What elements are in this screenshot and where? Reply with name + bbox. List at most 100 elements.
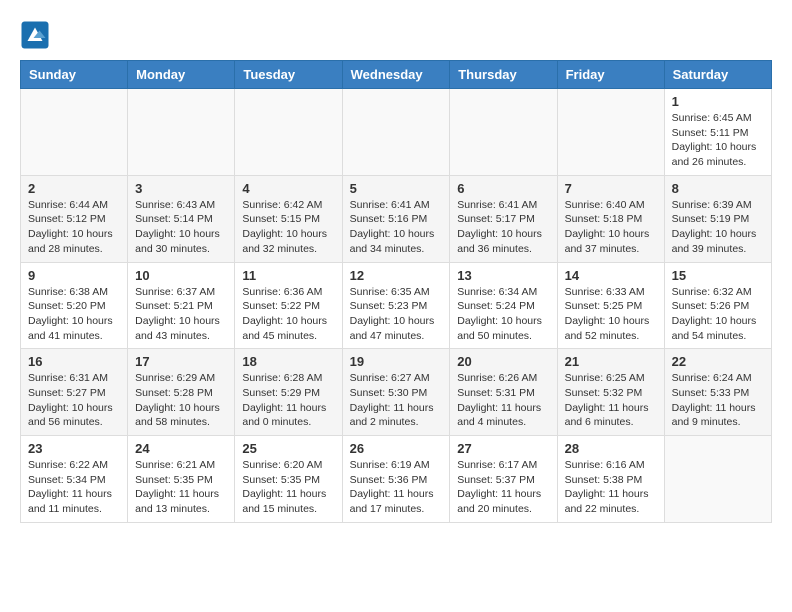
calendar-cell: 25 Sunrise: 6:20 AM Sunset: 5:35 PM Dayli… xyxy=(235,436,342,523)
calendar-table: SundayMondayTuesdayWednesdayThursdayFrid… xyxy=(20,60,772,523)
calendar-week-row: 23 Sunrise: 6:22 AM Sunset: 5:34 PM Dayli… xyxy=(21,436,772,523)
day-info: Sunrise: 6:40 AM Sunset: 5:18 PM Dayligh… xyxy=(565,198,657,257)
calendar-cell: 15Sunrise: 6:32 AM Sunset: 5:26 PM Dayli… xyxy=(664,262,771,349)
calendar-cell: 26 Sunrise: 6:19 AM Sunset: 5:36 PM Dayli… xyxy=(342,436,450,523)
day-number: 5 xyxy=(350,181,443,196)
day-number: 24 xyxy=(135,441,227,456)
day-info: Sunrise: 6:28 AM Sunset: 5:29 PM Dayligh… xyxy=(242,371,334,430)
weekday-header-tuesday: Tuesday xyxy=(235,61,342,89)
day-info: Sunrise: 6:31 AM Sunset: 5:27 PM Dayligh… xyxy=(28,371,120,430)
day-info: Sunrise: 6:20 AM Sunset: 5:35 PM Dayligh… xyxy=(242,458,334,517)
weekday-header-wednesday: Wednesday xyxy=(342,61,450,89)
calendar-cell: 7 Sunrise: 6:40 AM Sunset: 5:18 PM Daylig… xyxy=(557,175,664,262)
day-number: 26 xyxy=(350,441,443,456)
calendar-week-row: 1Sunrise: 6:45 AM Sunset: 5:11 PM Daylig… xyxy=(21,89,772,176)
calendar-cell: 14Sunrise: 6:33 AM Sunset: 5:25 PM Dayli… xyxy=(557,262,664,349)
day-info: Sunrise: 6:35 AM Sunset: 5:23 PM Dayligh… xyxy=(350,285,443,344)
day-number: 23 xyxy=(28,441,120,456)
day-number: 8 xyxy=(672,181,764,196)
calendar-cell: 16 Sunrise: 6:31 AM Sunset: 5:27 PM Dayli… xyxy=(21,349,128,436)
day-number: 16 xyxy=(28,354,120,369)
day-info: Sunrise: 6:25 AM Sunset: 5:32 PM Dayligh… xyxy=(565,371,657,430)
calendar-cell: 28 Sunrise: 6:16 AM Sunset: 5:38 PM Dayli… xyxy=(557,436,664,523)
day-info: Sunrise: 6:29 AM Sunset: 5:28 PM Dayligh… xyxy=(135,371,227,430)
day-number: 27 xyxy=(457,441,549,456)
day-number: 10 xyxy=(135,268,227,283)
calendar-cell xyxy=(21,89,128,176)
day-number: 19 xyxy=(350,354,443,369)
day-info: Sunrise: 6:22 AM Sunset: 5:34 PM Dayligh… xyxy=(28,458,120,517)
weekday-header-monday: Monday xyxy=(128,61,235,89)
calendar-week-row: 2 Sunrise: 6:44 AM Sunset: 5:12 PM Daylig… xyxy=(21,175,772,262)
calendar-cell: 19 Sunrise: 6:27 AM Sunset: 5:30 PM Dayli… xyxy=(342,349,450,436)
logo-icon xyxy=(20,20,50,50)
calendar-cell: 6 Sunrise: 6:41 AM Sunset: 5:17 PM Daylig… xyxy=(450,175,557,262)
calendar-cell: 17 Sunrise: 6:29 AM Sunset: 5:28 PM Dayli… xyxy=(128,349,235,436)
day-number: 22 xyxy=(672,354,764,369)
day-number: 20 xyxy=(457,354,549,369)
calendar-cell: 10 Sunrise: 6:37 AM Sunset: 5:21 PM Dayli… xyxy=(128,262,235,349)
day-number: 9 xyxy=(28,268,120,283)
calendar-cell: 23 Sunrise: 6:22 AM Sunset: 5:34 PM Dayli… xyxy=(21,436,128,523)
calendar-cell: 20 Sunrise: 6:26 AM Sunset: 5:31 PM Dayli… xyxy=(450,349,557,436)
day-number: 17 xyxy=(135,354,227,369)
day-number: 7 xyxy=(565,181,657,196)
day-info: Sunrise: 6:27 AM Sunset: 5:30 PM Dayligh… xyxy=(350,371,443,430)
calendar-cell: 11 Sunrise: 6:36 AM Sunset: 5:22 PM Dayli… xyxy=(235,262,342,349)
day-number: 3 xyxy=(135,181,227,196)
calendar-cell: 13 Sunrise: 6:34 AM Sunset: 5:24 PM Dayli… xyxy=(450,262,557,349)
day-info: Sunrise: 6:26 AM Sunset: 5:31 PM Dayligh… xyxy=(457,371,549,430)
day-number: 25 xyxy=(242,441,334,456)
calendar-cell: 27 Sunrise: 6:17 AM Sunset: 5:37 PM Dayli… xyxy=(450,436,557,523)
day-info: Sunrise: 6:21 AM Sunset: 5:35 PM Dayligh… xyxy=(135,458,227,517)
day-info: Sunrise: 6:37 AM Sunset: 5:21 PM Dayligh… xyxy=(135,285,227,344)
calendar-cell: 9 Sunrise: 6:38 AM Sunset: 5:20 PM Daylig… xyxy=(21,262,128,349)
day-number: 4 xyxy=(242,181,334,196)
day-info: Sunrise: 6:24 AM Sunset: 5:33 PM Dayligh… xyxy=(672,371,764,430)
day-number: 12 xyxy=(350,268,443,283)
calendar-cell xyxy=(450,89,557,176)
day-info: Sunrise: 6:16 AM Sunset: 5:38 PM Dayligh… xyxy=(565,458,657,517)
day-number: 18 xyxy=(242,354,334,369)
day-info: Sunrise: 6:33 AM Sunset: 5:25 PM Dayligh… xyxy=(565,285,657,344)
day-info: Sunrise: 6:41 AM Sunset: 5:16 PM Dayligh… xyxy=(350,198,443,257)
day-info: Sunrise: 6:32 AM Sunset: 5:26 PM Dayligh… xyxy=(672,285,764,344)
day-number: 21 xyxy=(565,354,657,369)
calendar-cell: 24 Sunrise: 6:21 AM Sunset: 5:35 PM Dayli… xyxy=(128,436,235,523)
day-info: Sunrise: 6:45 AM Sunset: 5:11 PM Dayligh… xyxy=(672,111,764,170)
day-number: 6 xyxy=(457,181,549,196)
calendar-cell xyxy=(235,89,342,176)
day-number: 2 xyxy=(28,181,120,196)
calendar-cell: 5 Sunrise: 6:41 AM Sunset: 5:16 PM Daylig… xyxy=(342,175,450,262)
day-info: Sunrise: 6:34 AM Sunset: 5:24 PM Dayligh… xyxy=(457,285,549,344)
calendar-cell: 4 Sunrise: 6:42 AM Sunset: 5:15 PM Daylig… xyxy=(235,175,342,262)
calendar-cell: 2 Sunrise: 6:44 AM Sunset: 5:12 PM Daylig… xyxy=(21,175,128,262)
page-header xyxy=(20,20,772,50)
weekday-header-thursday: Thursday xyxy=(450,61,557,89)
calendar-week-row: 16 Sunrise: 6:31 AM Sunset: 5:27 PM Dayli… xyxy=(21,349,772,436)
calendar-cell xyxy=(128,89,235,176)
day-info: Sunrise: 6:38 AM Sunset: 5:20 PM Dayligh… xyxy=(28,285,120,344)
calendar-cell: 8 Sunrise: 6:39 AM Sunset: 5:19 PM Daylig… xyxy=(664,175,771,262)
day-info: Sunrise: 6:42 AM Sunset: 5:15 PM Dayligh… xyxy=(242,198,334,257)
calendar-cell xyxy=(664,436,771,523)
calendar-cell: 3 Sunrise: 6:43 AM Sunset: 5:14 PM Daylig… xyxy=(128,175,235,262)
day-info: Sunrise: 6:43 AM Sunset: 5:14 PM Dayligh… xyxy=(135,198,227,257)
calendar-cell xyxy=(342,89,450,176)
day-info: Sunrise: 6:36 AM Sunset: 5:22 PM Dayligh… xyxy=(242,285,334,344)
calendar-cell: 22 Sunrise: 6:24 AM Sunset: 5:33 PM Dayli… xyxy=(664,349,771,436)
calendar-cell: 18 Sunrise: 6:28 AM Sunset: 5:29 PM Dayli… xyxy=(235,349,342,436)
day-number: 28 xyxy=(565,441,657,456)
day-number: 11 xyxy=(242,268,334,283)
day-info: Sunrise: 6:19 AM Sunset: 5:36 PM Dayligh… xyxy=(350,458,443,517)
day-info: Sunrise: 6:44 AM Sunset: 5:12 PM Dayligh… xyxy=(28,198,120,257)
weekday-header-friday: Friday xyxy=(557,61,664,89)
calendar-cell: 21 Sunrise: 6:25 AM Sunset: 5:32 PM Dayli… xyxy=(557,349,664,436)
calendar-header-row: SundayMondayTuesdayWednesdayThursdayFrid… xyxy=(21,61,772,89)
day-number: 13 xyxy=(457,268,549,283)
calendar-week-row: 9 Sunrise: 6:38 AM Sunset: 5:20 PM Daylig… xyxy=(21,262,772,349)
calendar-cell: 12 Sunrise: 6:35 AM Sunset: 5:23 PM Dayli… xyxy=(342,262,450,349)
day-info: Sunrise: 6:41 AM Sunset: 5:17 PM Dayligh… xyxy=(457,198,549,257)
day-info: Sunrise: 6:17 AM Sunset: 5:37 PM Dayligh… xyxy=(457,458,549,517)
day-info: Sunrise: 6:39 AM Sunset: 5:19 PM Dayligh… xyxy=(672,198,764,257)
